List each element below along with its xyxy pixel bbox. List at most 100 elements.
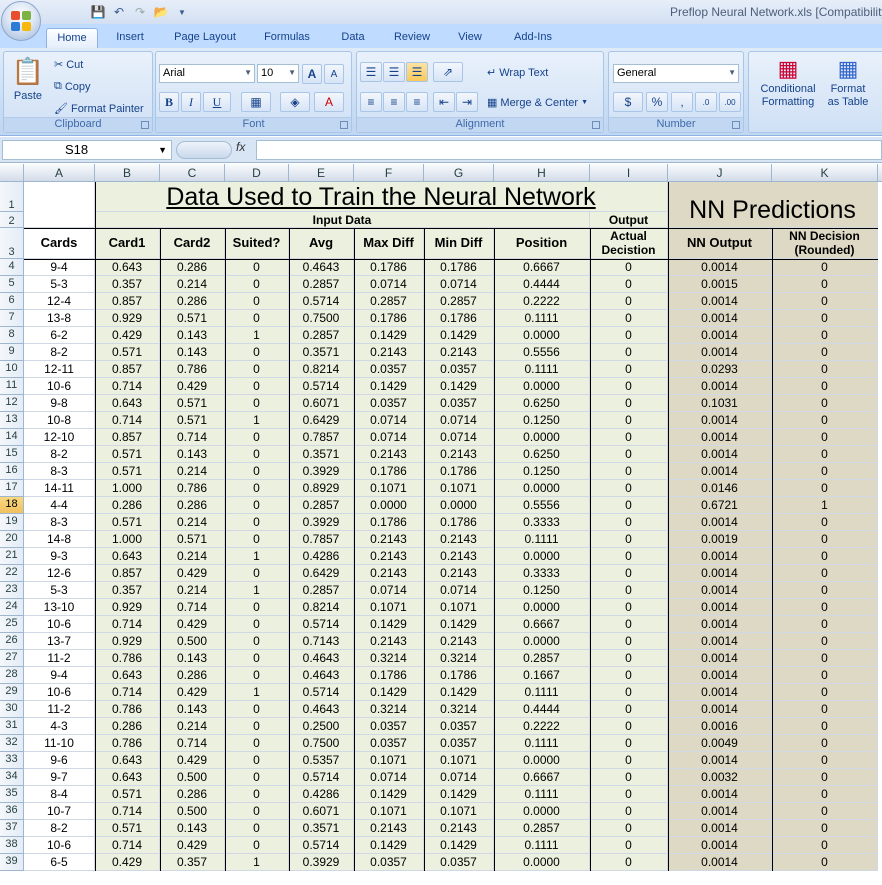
data-cell[interactable]: 0.286 [160,293,225,310]
data-cell[interactable]: 1 [225,854,289,871]
data-cell[interactable]: 0.1111 [494,684,590,701]
tab-review[interactable]: Review [386,28,438,48]
data-cell[interactable]: 1 [225,412,289,429]
data-cell[interactable]: 8-2 [24,344,95,361]
data-cell[interactable]: 0 [590,497,668,514]
row-header[interactable]: 4 [0,259,24,276]
data-cell[interactable]: 0.0014 [668,599,772,616]
data-cell[interactable]: 0.3571 [289,820,354,837]
formula-resize-handle[interactable] [176,141,232,159]
data-cell[interactable]: 0.1429 [424,684,494,701]
data-cell[interactable]: 0.1429 [424,327,494,344]
data-cell[interactable]: 0.0714 [354,582,424,599]
data-cell[interactable]: 0 [772,633,878,650]
data-cell[interactable]: 0.0357 [354,854,424,871]
data-cell[interactable]: 0.1429 [424,786,494,803]
data-cell[interactable]: 0 [772,820,878,837]
data-cell[interactable]: 0 [590,344,668,361]
align-top-icon[interactable]: ☰ [360,62,382,82]
data-cell[interactable]: 0.1429 [354,684,424,701]
data-cell[interactable]: 0 [225,599,289,616]
percent-button[interactable]: % [646,92,668,112]
data-cell[interactable]: 8-3 [24,463,95,480]
orientation-icon[interactable]: ⇗ [433,62,463,82]
data-cell[interactable]: 0.0357 [424,718,494,735]
row-header[interactable]: 5 [0,276,24,293]
data-cell[interactable]: 0 [225,667,289,684]
data-cell[interactable]: 0.714 [95,412,160,429]
data-cell[interactable]: 0.1111 [494,735,590,752]
data-cell[interactable]: 0.1111 [494,786,590,803]
insert-function-icon[interactable]: fx [236,140,245,154]
data-cell[interactable]: 0 [590,837,668,854]
row-header[interactable]: 14 [0,429,24,446]
data-cell[interactable]: 11-2 [24,701,95,718]
row-header[interactable]: 37 [0,820,24,837]
tab-home[interactable]: Home [46,28,98,48]
data-cell[interactable]: 0.3214 [424,701,494,718]
data-cell[interactable]: 0.3214 [424,650,494,667]
row-header[interactable]: 6 [0,293,24,310]
data-cell[interactable]: 0 [590,701,668,718]
sheet-title[interactable]: Data Used to Train the Neural Network [95,182,668,212]
data-cell[interactable]: 0.143 [160,820,225,837]
column-label[interactable]: Actual Decistion [590,228,668,259]
merge-center-button[interactable]: ▦ Merge & Center ▼ [487,96,588,110]
output-label[interactable]: Output [590,212,668,228]
data-cell[interactable]: 0 [590,752,668,769]
data-cell[interactable]: 0.0014 [668,514,772,531]
data-cell[interactable]: 0.3214 [354,701,424,718]
data-cell[interactable]: 0.857 [95,361,160,378]
row-header[interactable]: 38 [0,837,24,854]
row-header[interactable]: 11 [0,378,24,395]
row-header[interactable]: 13 [0,412,24,429]
row-header[interactable]: 31 [0,718,24,735]
data-cell[interactable]: 0.3929 [289,514,354,531]
data-cell[interactable]: 0.5714 [289,837,354,854]
decrease-decimal-button[interactable]: .00 [719,92,741,112]
tab-insert[interactable]: Insert [108,28,152,48]
data-cell[interactable]: 0 [590,667,668,684]
data-cell[interactable]: 0.0014 [668,701,772,718]
data-cell[interactable]: 0.1111 [494,361,590,378]
currency-button[interactable]: $ [613,92,643,112]
data-cell[interactable]: 0 [772,344,878,361]
data-cell[interactable]: 0.3333 [494,514,590,531]
data-cell[interactable]: 0 [772,684,878,701]
data-cell[interactable]: 0.1786 [354,667,424,684]
data-cell[interactable]: 0.2143 [424,820,494,837]
data-cell[interactable]: 0 [225,310,289,327]
data-cell[interactable]: 0 [225,718,289,735]
data-cell[interactable]: 0 [772,412,878,429]
data-cell[interactable]: 0.0014 [668,412,772,429]
office-button[interactable] [1,1,41,41]
data-cell[interactable]: 0 [225,395,289,412]
data-cell[interactable]: 0.0000 [494,327,590,344]
column-header-e[interactable]: E [289,164,354,182]
data-cell[interactable]: 0.1071 [354,599,424,616]
data-cell[interactable]: 0.0714 [424,429,494,446]
data-cell[interactable]: 0.857 [95,429,160,446]
data-cell[interactable]: 9-8 [24,395,95,412]
data-cell[interactable]: 0.1429 [354,837,424,854]
data-cell[interactable]: 0 [225,803,289,820]
data-cell[interactable]: 0.286 [160,667,225,684]
row-header[interactable]: 12 [0,395,24,412]
data-cell[interactable]: 0.0014 [668,633,772,650]
data-cell[interactable]: 0.2143 [424,446,494,463]
data-cell[interactable]: 0 [590,769,668,786]
data-cell[interactable]: 0 [772,803,878,820]
row-header[interactable]: 16 [0,463,24,480]
data-cell[interactable]: 0.0032 [668,769,772,786]
data-cell[interactable]: 1.000 [95,480,160,497]
data-cell[interactable]: 0.0014 [668,259,772,276]
data-cell[interactable]: 0.571 [160,531,225,548]
data-cell[interactable]: 0.7500 [289,735,354,752]
data-cell[interactable]: 0.5714 [289,616,354,633]
data-cell[interactable]: 0 [590,599,668,616]
data-cell[interactable]: 0.714 [95,684,160,701]
data-cell[interactable]: 0.2857 [289,582,354,599]
data-cell[interactable]: 0.1786 [424,259,494,276]
row-header[interactable]: 24 [0,599,24,616]
row-header[interactable]: 8 [0,327,24,344]
